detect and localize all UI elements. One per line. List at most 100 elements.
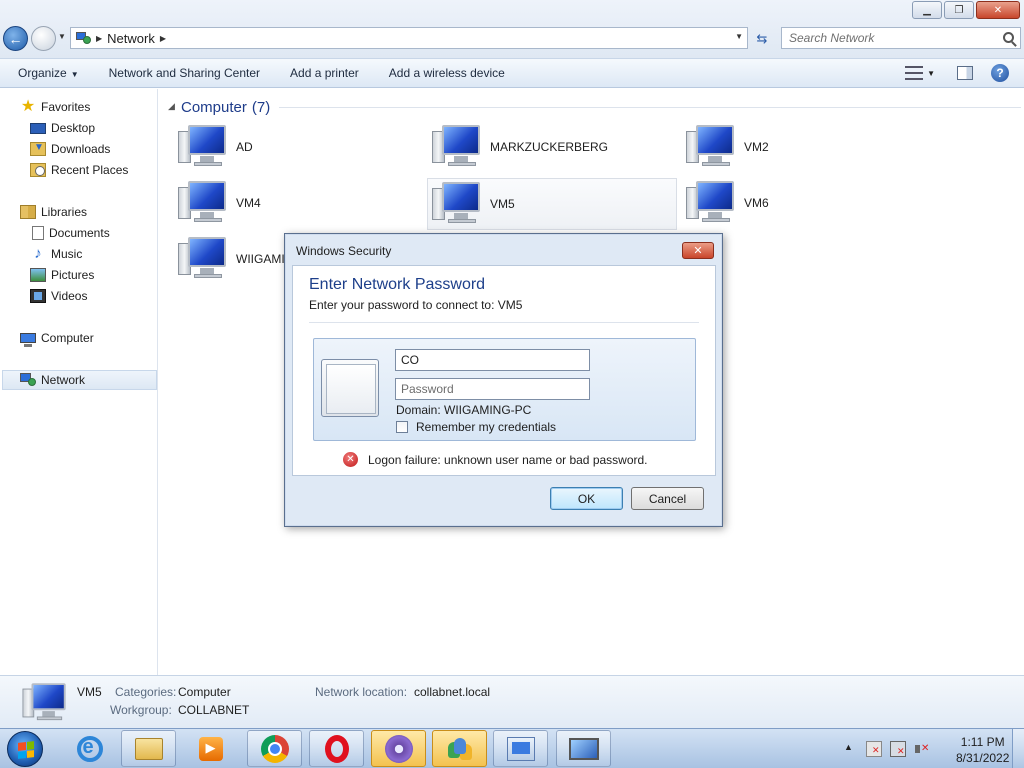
organize-menu[interactable]: Organize ▼ (18, 66, 79, 80)
volume-muted-icon[interactable] (914, 741, 930, 757)
network-sharing-center-button[interactable]: Network and Sharing Center (109, 66, 260, 80)
breadcrumb-chevron-icon[interactable]: ▶ (96, 34, 102, 43)
details-categories-label: Categories: (115, 685, 177, 699)
password-field[interactable] (395, 378, 590, 400)
taskbar-bittorrent[interactable] (371, 730, 426, 767)
taskbar-network-center[interactable] (493, 730, 548, 767)
recent-places-icon (30, 163, 46, 177)
maximize-button[interactable]: ❐ (944, 1, 974, 19)
dialog-close-button[interactable]: ✕ (682, 242, 714, 259)
network-computer-icon (432, 125, 482, 169)
dialog-divider (309, 322, 699, 323)
desktop-icon (30, 123, 46, 134)
taskbar-internet-explorer[interactable] (62, 730, 117, 767)
navigation-row: ← ▼ ▶ Network ▶ ▼ ⇆ (0, 24, 1024, 54)
nav-label: Favorites (41, 100, 91, 114)
downloads-folder-icon (30, 142, 46, 156)
add-wireless-device-button[interactable]: Add a wireless device (389, 66, 505, 80)
domain-label: Domain: WIIGAMING-PC (396, 403, 532, 417)
cancel-button[interactable]: Cancel (631, 487, 704, 510)
clock[interactable]: 1:11 PM 8/31/2022 (956, 734, 1009, 766)
nav-pictures[interactable]: Pictures (30, 265, 94, 285)
nav-documents[interactable]: Documents (30, 223, 110, 243)
close-icon: ✕ (693, 245, 703, 257)
nav-desktop[interactable]: Desktop (30, 118, 95, 138)
explorer-folder-icon (134, 737, 163, 760)
ok-button[interactable]: OK (550, 487, 623, 510)
recent-pages-dropdown-icon[interactable]: ▼ (58, 32, 66, 41)
network-status-icon[interactable] (890, 741, 906, 757)
nav-label: Network (41, 373, 86, 387)
checkbox-icon[interactable] (396, 421, 408, 433)
search-input[interactable] (782, 28, 992, 48)
close-button[interactable]: ✕ (976, 1, 1020, 19)
media-player-icon (198, 736, 223, 761)
forward-button[interactable] (31, 26, 56, 51)
remember-credentials-checkbox[interactable]: Remember my credentials (396, 420, 556, 434)
computer-item-selected[interactable]: VM5 (427, 178, 677, 230)
refresh-icon[interactable]: ⇆ (752, 29, 772, 49)
start-button[interactable] (7, 731, 43, 767)
breadcrumb-network[interactable]: Network (107, 31, 155, 46)
bittorrent-icon (384, 734, 413, 763)
computer-item[interactable]: VM6 (684, 177, 934, 229)
change-view-icon[interactable] (905, 66, 924, 80)
explorer-title-bar: ▁ ❐ ✕ ← ▼ ▶ Network ▶ ▼ ⇆ (0, 0, 1024, 58)
breadcrumb-chevron-icon[interactable]: ▶ (160, 34, 166, 43)
back-button[interactable]: ← (3, 26, 28, 51)
nav-downloads[interactable]: Downloads (30, 139, 110, 159)
details-location-value: collabnet.local (414, 685, 491, 699)
password-input[interactable] (396, 379, 589, 399)
nav-music[interactable]: ♪ Music (30, 244, 82, 264)
search-icon[interactable] (1003, 32, 1014, 43)
dialog-heading: Enter Network Password (309, 276, 486, 293)
error-icon: ✕ (343, 452, 358, 467)
taskbar-windows-explorer[interactable] (121, 730, 176, 767)
libraries-icon (20, 205, 36, 219)
group-header-computer[interactable]: Computer (7) (181, 99, 270, 116)
nav-favorites[interactable]: ★ Favorites (20, 97, 91, 117)
nav-label: Videos (51, 289, 88, 303)
group-title: Computer (181, 99, 247, 116)
computer-item[interactable]: VM4 (176, 177, 426, 229)
star-icon: ★ (20, 98, 36, 115)
window-controls: ▁ ❐ ✕ (910, 1, 1020, 19)
nav-network[interactable]: Network (2, 370, 157, 390)
group-collapse-icon[interactable]: ◢ (168, 101, 175, 112)
add-printer-button[interactable]: Add a printer (290, 66, 359, 80)
taskbar-opera[interactable] (309, 730, 364, 767)
nav-videos[interactable]: Videos (30, 286, 87, 306)
computer-item[interactable]: WIIGAMIN (176, 233, 284, 285)
address-dropdown-icon[interactable]: ▼ (735, 32, 743, 41)
username-field[interactable] (395, 349, 590, 371)
nav-computer[interactable]: Computer (20, 328, 94, 348)
taskbar-people[interactable] (432, 730, 487, 767)
action-center-flag-icon[interactable] (866, 741, 882, 757)
windows-security-dialog: Windows Security ✕ Enter Network Passwor… (284, 233, 723, 527)
search-box[interactable] (781, 27, 1021, 49)
help-icon[interactable]: ? (991, 64, 1009, 82)
network-location-icon (75, 31, 91, 45)
address-bar[interactable]: ▶ Network ▶ ▼ (70, 27, 748, 49)
show-desktop-button[interactable] (1012, 729, 1024, 768)
minimize-button[interactable]: ▁ (912, 1, 942, 19)
nav-label: Music (51, 247, 83, 261)
opera-icon (324, 734, 349, 763)
remember-label: Remember my credentials (416, 420, 557, 434)
taskbar-media-player[interactable] (183, 730, 238, 767)
computer-item[interactable]: VM2 (684, 121, 934, 173)
nav-label: Desktop (51, 121, 96, 135)
show-hidden-icons-icon[interactable]: ▲ (844, 742, 853, 752)
computer-name: AD (236, 140, 253, 154)
nav-libraries[interactable]: Libraries (20, 202, 87, 222)
username-input[interactable] (396, 350, 589, 370)
preview-pane-icon[interactable] (957, 66, 973, 80)
view-options-chevron-icon[interactable]: ▼ (927, 69, 935, 78)
navigation-pane: ★ Favorites Desktop Downloads Recent Plac… (0, 89, 158, 675)
nav-label: Documents (49, 226, 110, 240)
computer-item[interactable]: MARKZUCKERBERG (430, 121, 680, 173)
computer-item[interactable]: AD (176, 121, 426, 173)
taskbar-chrome[interactable] (247, 730, 302, 767)
taskbar-display[interactable] (556, 730, 611, 767)
nav-recent-places[interactable]: Recent Places (30, 160, 128, 180)
